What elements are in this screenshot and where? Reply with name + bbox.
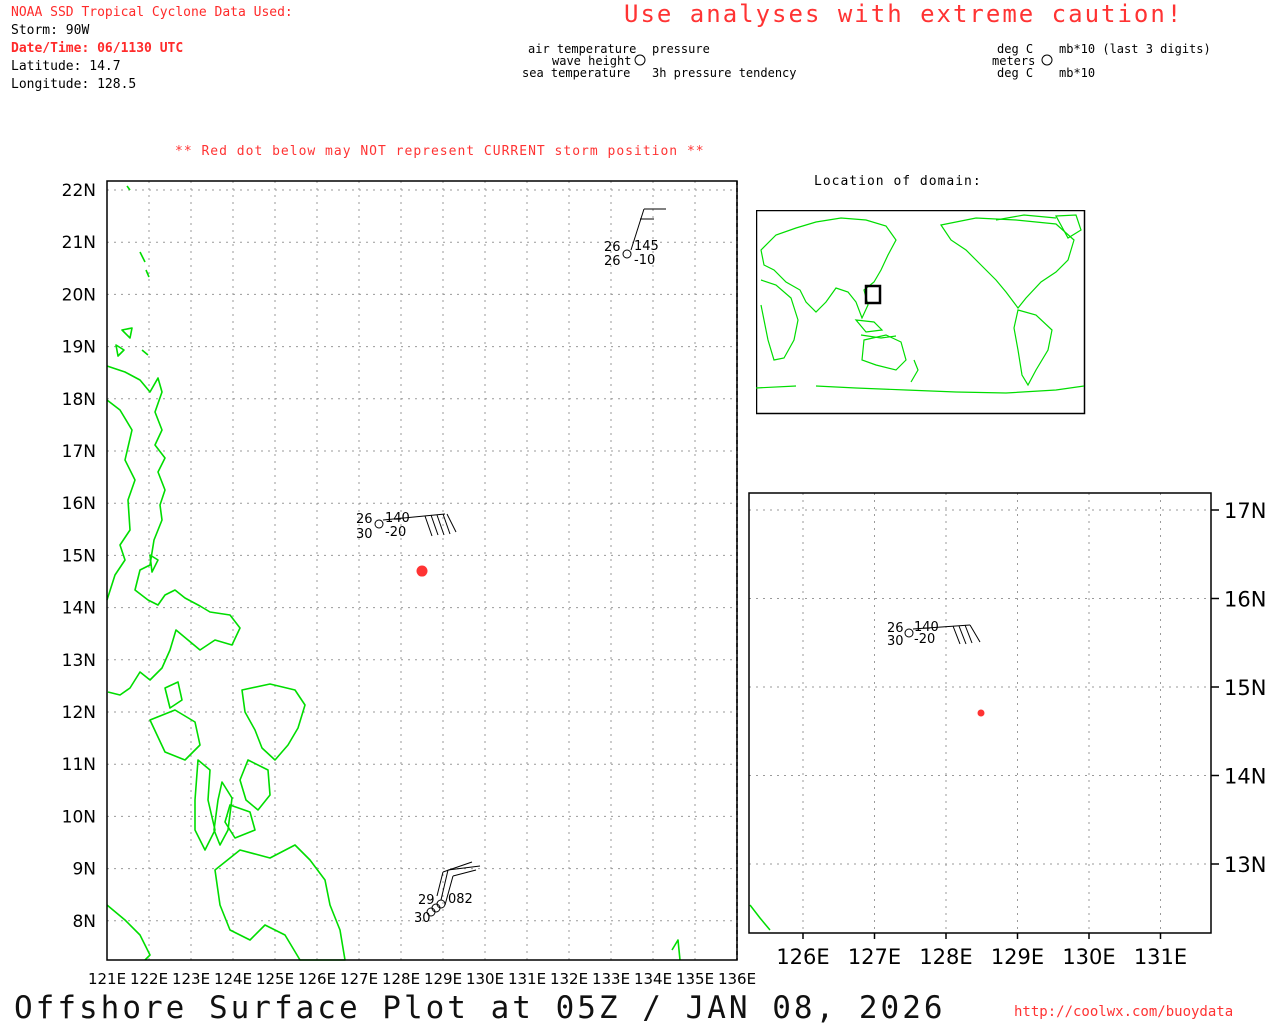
lat-tick-label: 12N [62,703,96,723]
lon-tick-label: 124E [214,970,252,988]
main-map-lon-labels: 121E 122E 123E 124E 125E 126E 127E 128E 129E 130E… [88,970,756,988]
main-map: 121E 122E 123E 124E 125E 126E 127E 128E 129E 130E… [62,180,756,988]
station-cluster: 29 30 082 [414,861,481,926]
lon-tick-label: 130E [466,970,504,988]
lat-tick-label: 17N [62,442,96,462]
lon-tick-label: 127E [340,970,378,988]
lon-tick-label: 134E [634,970,672,988]
lat-tick-label: 22N [62,181,96,201]
plot-title: Offshore Surface Plot at 05Z / JAN 08, 2… [14,990,946,1026]
lat-tick-label: 11N [62,755,96,775]
station-plot: 26 26 145 -10 [604,208,666,269]
lat-tick-label: 8N [72,912,96,932]
source-url[interactable]: http://coolwx.com/buoydata [1014,1004,1233,1020]
lat-tick-label: 19N [62,338,96,358]
lon-tick-label: 128E [382,970,420,988]
lon-tick-label: 129E [424,970,462,988]
station-plot: 26 30 140 -20 [356,511,457,542]
main-map-coastlines [106,185,681,961]
lat-tick-label: 20N [62,285,96,305]
station-sea-temp: 30 [356,527,373,542]
lat-tick-label: 18N [62,390,96,410]
lat-tick-label: 16N [62,494,96,514]
lat-tick-label: 15N [62,546,96,566]
station-tendency: -20 [385,525,406,540]
world-locator-map [756,210,1086,415]
lon-tick-label: 122E [130,970,168,988]
lon-tick-label: 125E [256,970,294,988]
lat-tick-label: 9N [72,860,96,880]
lat-tick-label: 21N [62,233,96,253]
lon-tick-label: 131E [508,970,546,988]
station-pressure: 082 [448,892,473,907]
lat-tick-label: 10N [62,807,96,827]
lon-tick-label: 121E [88,970,126,988]
lat-tick-label: 13N [62,651,96,671]
main-map-lat-labels: 22N 21N 20N 19N 18N 17N 16N 15N 14N 13N 12N 11N 10N 9… [62,181,96,932]
station-air-temp: 29 [418,893,435,908]
station-air-temp: 26 [604,240,621,255]
station-sea-temp: 26 [604,254,621,269]
lat-tick-label: 14N [62,599,96,619]
storm-position-marker [416,565,428,577]
station-air-temp: 26 [356,512,373,527]
lon-tick-label: 123E [172,970,210,988]
lon-tick-label: 136E [718,970,756,988]
station-pressure: 140 [385,511,410,526]
station-tendency: -10 [634,253,655,268]
station-pressure: 145 [634,239,659,254]
lon-tick-label: 135E [676,970,714,988]
lon-tick-label: 126E [298,970,336,988]
station-sea-temp: 30 [414,911,431,926]
lon-tick-label: 132E [550,970,588,988]
lon-tick-label: 133E [592,970,630,988]
